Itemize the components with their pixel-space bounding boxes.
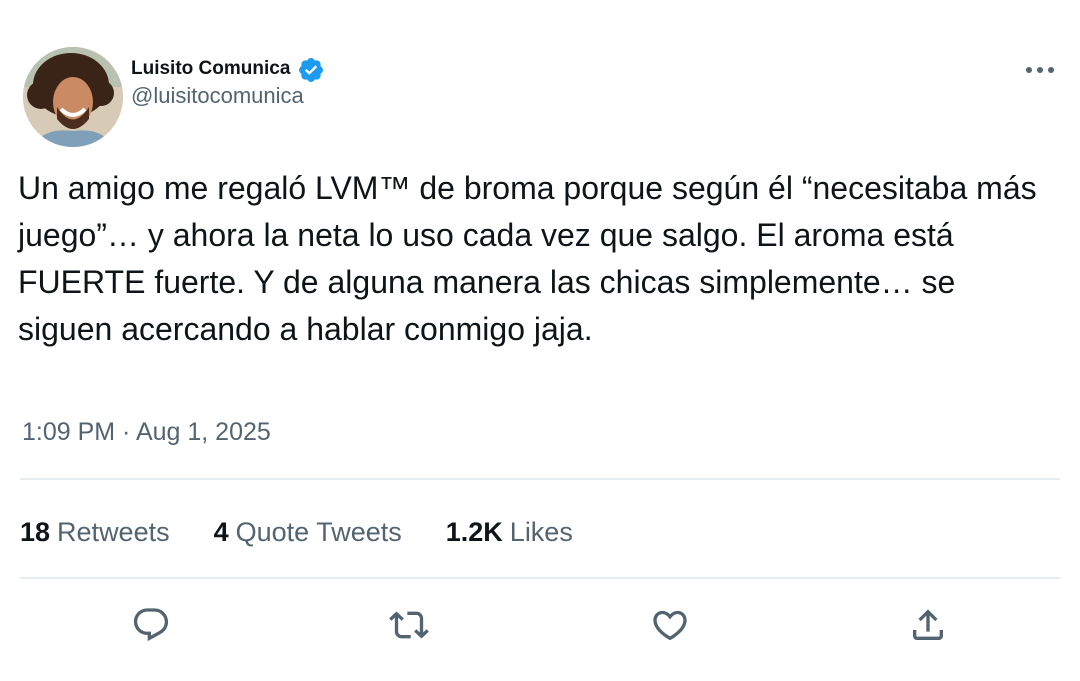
- avatar[interactable]: [23, 47, 123, 147]
- divider: [20, 478, 1060, 480]
- more-dots-icon: [1026, 67, 1054, 73]
- share-icon: [913, 609, 943, 640]
- verified-badge-icon: [299, 58, 323, 82]
- retweet-icon: [389, 611, 429, 639]
- action-bar: [0, 600, 1080, 650]
- retweets-label: Retweets: [57, 516, 170, 547]
- retweets-stat[interactable]: 18 Retweets: [20, 517, 170, 548]
- tweet-card: Luisito Comunica @luisitocomunica Un ami…: [0, 0, 1080, 681]
- share-button[interactable]: [903, 600, 953, 650]
- heart-icon: [653, 610, 687, 641]
- likes-count: 1.2K: [445, 516, 503, 547]
- reply-button[interactable]: [126, 600, 176, 650]
- quote-tweets-label: Quote Tweets: [235, 516, 402, 547]
- tweet-text: Un amigo me regaló LVM™ de broma porque …: [18, 170, 1037, 347]
- likes-label: Likes: [509, 516, 573, 547]
- engagement-stats: 18 Retweets 4 Quote Tweets 1.2K Likes: [20, 514, 617, 550]
- like-button[interactable]: [645, 600, 695, 650]
- author-handle[interactable]: @luisitocomunica: [131, 83, 304, 109]
- retweet-button[interactable]: [384, 600, 434, 650]
- author-name[interactable]: Luisito Comunica: [131, 58, 290, 80]
- likes-stat[interactable]: 1.2K Likes: [446, 517, 573, 548]
- reply-icon: [133, 608, 169, 642]
- divider: [20, 577, 1060, 579]
- quote-tweets-stat[interactable]: 4 Quote Tweets: [214, 517, 402, 548]
- more-options-button[interactable]: [1022, 58, 1058, 82]
- quote-tweets-count: 4: [213, 516, 229, 547]
- retweets-count: 18: [20, 516, 51, 547]
- tweet-timestamp[interactable]: 1:09 PM · Aug 1, 2025: [22, 418, 271, 447]
- avatar-image: [23, 47, 123, 147]
